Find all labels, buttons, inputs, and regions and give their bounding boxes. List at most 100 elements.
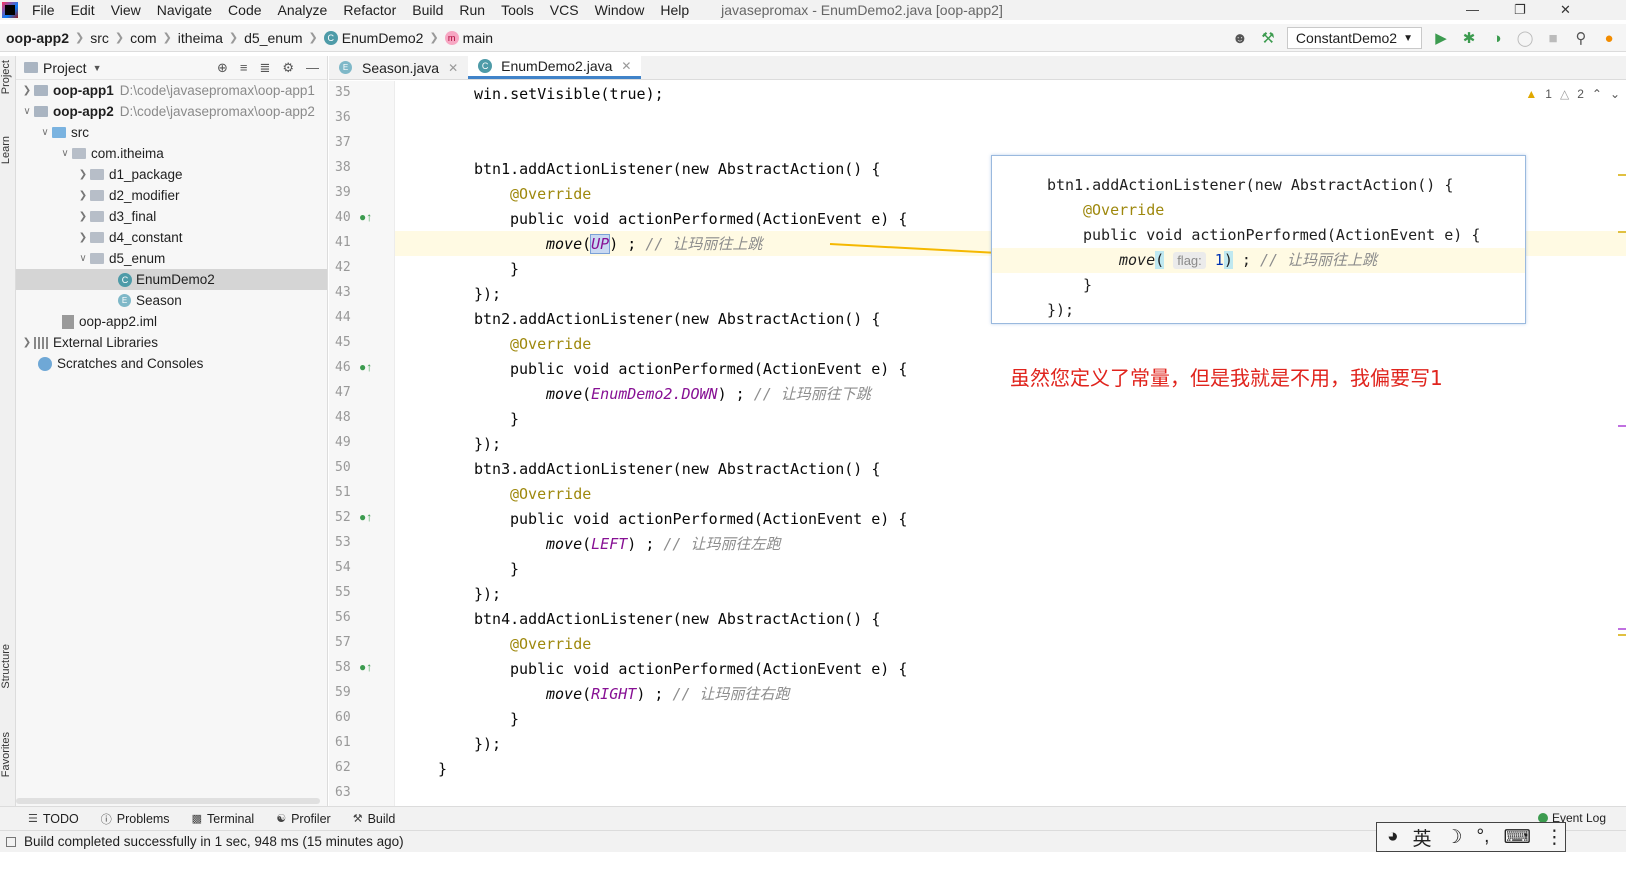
menu-tools[interactable]: Tools — [493, 0, 542, 20]
run-icon[interactable]: ▶ — [1432, 29, 1450, 47]
menu-view[interactable]: View — [103, 0, 149, 20]
chevron-right-icon[interactable]: ❯ — [76, 190, 90, 201]
collapse-all-icon[interactable]: ≣ — [259, 60, 270, 76]
tree-item-oop-app2[interactable]: ∨ oop-app2 D:\code\javasepromax\oop-app2 — [16, 101, 327, 122]
ime-language-toggle[interactable]: 英 — [1412, 824, 1431, 851]
chevron-down-icon[interactable]: ▼ — [93, 63, 102, 73]
tree-item-d2-modifier[interactable]: ❯ d2_modifier — [16, 185, 327, 206]
tab-season-java[interactable]: E Season.java ✕ — [329, 56, 468, 79]
menu-navigate[interactable]: Navigate — [149, 0, 220, 20]
scroll-marker[interactable] — [1618, 174, 1626, 176]
ime-keyboard-icon[interactable]: ⌨ — [1503, 826, 1530, 849]
stop-icon[interactable]: ■ — [1544, 30, 1562, 47]
hammer-build-icon[interactable]: ⚒ — [1259, 29, 1277, 47]
profile-icon[interactable]: ◯ — [1516, 29, 1534, 47]
chevron-right-icon[interactable]: ❯ — [20, 85, 34, 96]
chevron-down-icon[interactable]: ∨ — [38, 127, 52, 138]
scroll-marker[interactable] — [1618, 231, 1626, 233]
tree-item-iml[interactable]: oop-app2.iml — [16, 311, 327, 332]
learn-tool-tab[interactable]: Learn — [0, 136, 16, 164]
breadcrumb-separator-icon: ❯ — [114, 32, 125, 44]
tree-item-oop-app1[interactable]: ❯ oop-app1 D:\code\javasepromax\oop-app1 — [16, 80, 327, 101]
tree-item-season[interactable]: E Season — [16, 290, 327, 311]
chevron-down-icon[interactable]: ∨ — [76, 253, 90, 264]
ime-moon-icon[interactable]: ☽ — [1446, 826, 1463, 849]
debug-icon[interactable]: ✱ — [1460, 29, 1478, 47]
implements-method-icon[interactable]: ●↑ — [359, 510, 372, 524]
scroll-marker[interactable] — [1618, 425, 1626, 427]
scroll-marker[interactable] — [1618, 628, 1626, 630]
search-icon[interactable]: ⚲ — [1572, 29, 1590, 47]
tree-item-enumdemo2[interactable]: C EnumDemo2 — [16, 269, 327, 290]
chevron-up-icon[interactable]: ⌃ — [1592, 87, 1602, 101]
menu-window[interactable]: Window — [587, 0, 653, 20]
todo-tool-button[interactable]: ☰ TODO — [28, 812, 79, 826]
breadcrumb-itheima[interactable]: itheima — [178, 30, 223, 46]
ime-settings-icon[interactable]: ⋮ — [1545, 826, 1564, 849]
run-configuration-select[interactable]: ConstantDemo2 ▼ — [1286, 27, 1422, 49]
chevron-right-icon[interactable]: ❯ — [76, 232, 90, 243]
favorites-tool-tab[interactable]: Favorites — [0, 732, 16, 777]
project-view-select[interactable]: Project — [43, 60, 87, 76]
tree-item-scratches[interactable]: Scratches and Consoles — [16, 353, 327, 374]
ime-punctuation-icon[interactable]: °, — [1477, 826, 1490, 848]
expand-all-icon[interactable]: ≡ — [240, 60, 248, 76]
coverage-icon[interactable]: ◑ — [1488, 30, 1506, 47]
menu-vcs[interactable]: VCS — [542, 0, 587, 20]
tree-item-d3-final[interactable]: ❯ d3_final — [16, 206, 327, 227]
breadcrumb-method[interactable]: m main — [444, 30, 493, 46]
problems-tool-button[interactable]: ⓘ Problems — [101, 811, 170, 827]
chevron-right-icon[interactable]: ❯ — [20, 337, 34, 348]
implements-method-icon[interactable]: ●↑ — [359, 210, 372, 224]
hide-icon[interactable]: — — [306, 60, 319, 76]
implements-method-icon[interactable]: ●↑ — [359, 660, 372, 674]
menu-file[interactable]: File — [24, 0, 63, 20]
chevron-right-icon[interactable]: ❯ — [76, 211, 90, 222]
chevron-down-icon[interactable]: ⌄ — [1610, 87, 1620, 101]
horizontal-scrollbar[interactable] — [16, 798, 320, 804]
tree-item-d1-package[interactable]: ❯ d1_package — [16, 164, 327, 185]
tree-item-com-itheima[interactable]: ∨ com.itheima — [16, 143, 327, 164]
locate-icon[interactable]: ⊕ — [217, 60, 228, 76]
close-tab-icon[interactable]: ✕ — [448, 61, 458, 75]
restore-icon[interactable]: ❐ — [1514, 0, 1526, 20]
tab-enumdemo2-java[interactable]: C EnumDemo2.java ✕ — [468, 56, 642, 79]
breadcrumb-com[interactable]: com — [130, 30, 156, 46]
menu-analyze[interactable]: Analyze — [270, 0, 336, 20]
profiler-tool-button[interactable]: ☯ Profiler — [276, 812, 330, 826]
scroll-marker[interactable] — [1618, 634, 1626, 636]
update-icon[interactable]: ● — [1600, 30, 1618, 47]
tree-item-external-libraries[interactable]: ❯ External Libraries — [16, 332, 327, 353]
menu-edit[interactable]: Edit — [63, 0, 103, 20]
breadcrumb-class[interactable]: C EnumDemo2 — [323, 30, 423, 46]
chevron-down-icon[interactable]: ∨ — [20, 106, 34, 117]
chevron-right-icon[interactable]: ❯ — [76, 169, 90, 180]
tool-windows-icon[interactable] — [6, 836, 16, 847]
close-tab-icon[interactable]: ✕ — [621, 59, 631, 73]
user-icon[interactable]: ☻ — [1231, 30, 1249, 47]
chevron-down-icon[interactable]: ∨ — [58, 148, 72, 159]
menu-refactor[interactable]: Refactor — [335, 0, 404, 20]
menu-help[interactable]: Help — [652, 0, 697, 20]
breadcrumb-src[interactable]: src — [90, 30, 109, 46]
menu-build[interactable]: Build — [404, 0, 451, 20]
terminal-tool-button[interactable]: ▩ Terminal — [192, 812, 255, 826]
menu-code[interactable]: Code — [220, 0, 269, 20]
minimize-icon[interactable]: — — [1466, 0, 1479, 20]
line-number: 57 — [335, 635, 351, 650]
breadcrumb-d5-enum[interactable]: d5_enum — [244, 30, 302, 46]
tree-item-d5-enum[interactable]: ∨ d5_enum — [16, 248, 327, 269]
breadcrumb-project[interactable]: oop-app2 — [6, 30, 69, 46]
ime-logo-icon[interactable]: ◕ — [1387, 826, 1398, 848]
structure-tool-tab[interactable]: Structure — [0, 644, 16, 689]
project-tool-tab[interactable]: Project — [0, 60, 16, 94]
tree-item-d4-constant[interactable]: ❯ d4_constant — [16, 227, 327, 248]
gear-icon[interactable]: ⚙ — [282, 60, 294, 76]
menu-run[interactable]: Run — [451, 0, 493, 20]
line-number: 36 — [335, 110, 351, 125]
implements-method-icon[interactable]: ●↑ — [359, 360, 372, 374]
build-tool-button[interactable]: ⚒ Build — [353, 812, 396, 826]
close-window-icon[interactable]: ✕ — [1560, 0, 1571, 20]
inspection-widget[interactable]: ▲ 1 △ 2 ⌃ ⌄ — [1525, 87, 1620, 101]
tree-item-src[interactable]: ∨ src — [16, 122, 327, 143]
